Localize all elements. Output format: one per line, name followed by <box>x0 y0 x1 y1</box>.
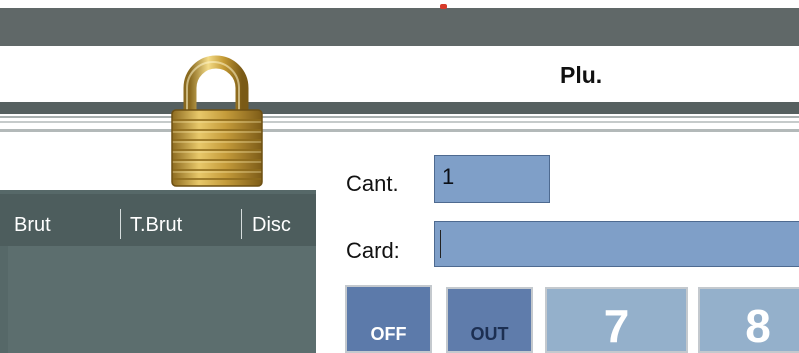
off-button[interactable]: OFF <box>345 285 432 353</box>
text-cursor <box>440 230 441 258</box>
digit-8-button[interactable]: 8 <box>698 287 799 353</box>
page-title: Plu. <box>560 62 603 88</box>
divider-line <box>0 129 799 132</box>
top-bar-marker <box>440 4 447 9</box>
header-separator-bar <box>0 102 799 114</box>
quantity-field[interactable]: 1 <box>434 155 550 203</box>
column-header-t-brut[interactable]: T.Brut <box>130 214 182 237</box>
divider-line <box>0 116 799 118</box>
table-body[interactable] <box>8 246 316 353</box>
padlock-icon[interactable] <box>158 48 274 188</box>
column-divider[interactable] <box>120 209 121 239</box>
top-bar-lip <box>0 0 799 8</box>
column-header-brut[interactable]: Brut <box>14 214 51 237</box>
card-label: Card: <box>346 238 400 263</box>
out-button[interactable]: OUT <box>446 287 533 353</box>
divider-line <box>0 121 799 123</box>
header-panel <box>0 46 799 102</box>
digit-7-button[interactable]: 7 <box>545 287 688 353</box>
top-bar <box>0 0 799 46</box>
card-field[interactable] <box>434 221 799 267</box>
column-divider[interactable] <box>241 209 242 239</box>
cant-label: Cant. <box>346 171 399 196</box>
column-header-disc[interactable]: Disc <box>252 214 291 237</box>
